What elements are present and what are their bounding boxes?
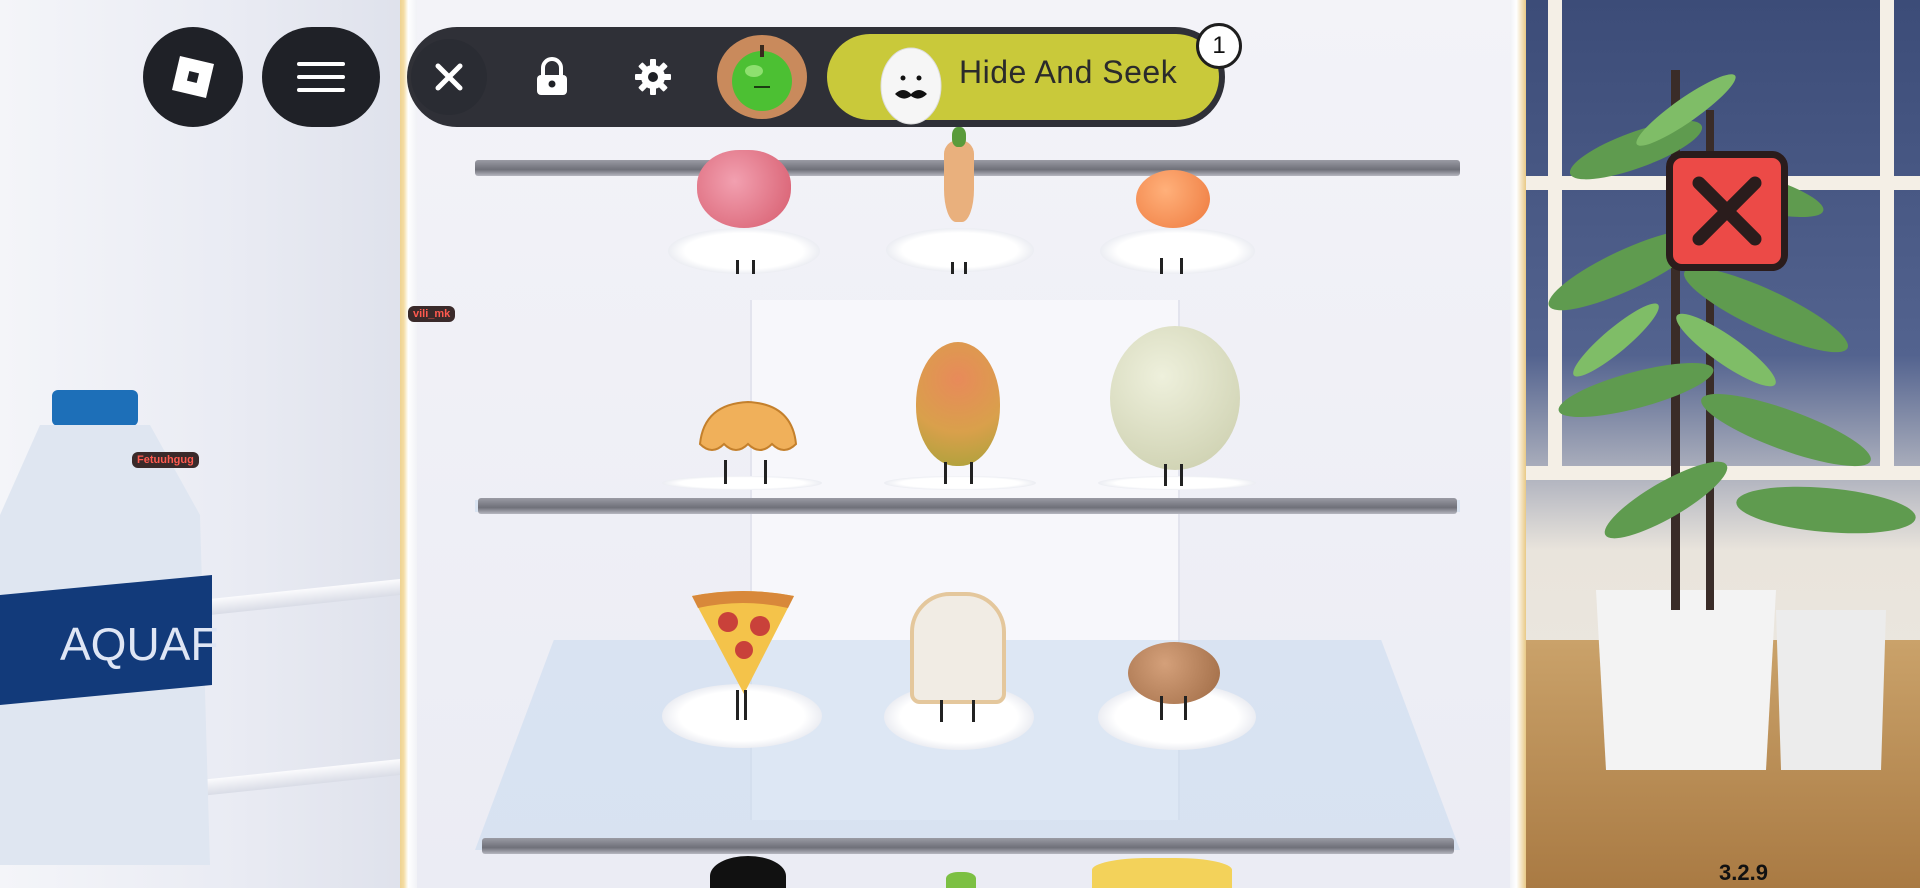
game-title: Hide And Seek xyxy=(959,54,1178,90)
game-info-pill[interactable]: Hide And Seek xyxy=(827,34,1219,125)
apple-prop[interactable] xyxy=(697,150,791,228)
close-x-icon xyxy=(1692,176,1762,246)
hamburger-icon xyxy=(297,62,345,92)
lock-button[interactable] xyxy=(514,39,590,115)
carrot-prop[interactable] xyxy=(944,140,974,222)
notification-badge[interactable]: 1 xyxy=(1196,23,1242,69)
main-menu-button[interactable] xyxy=(262,27,380,127)
plate xyxy=(662,476,822,490)
avatar-button[interactable] xyxy=(717,35,807,119)
fridge-door-frame xyxy=(1510,0,1526,888)
player-nametag: Fetuuhgug xyxy=(132,452,199,468)
version-label: 3.2.9 xyxy=(1719,860,1768,885)
plate xyxy=(884,476,1036,490)
plate xyxy=(1100,228,1255,274)
lock-icon xyxy=(537,57,567,95)
player-nametag: vili_mk xyxy=(408,306,456,322)
plate xyxy=(886,228,1034,272)
potato-prop[interactable] xyxy=(1128,642,1220,704)
partial-prop[interactable] xyxy=(946,872,976,888)
partial-prop[interactable] xyxy=(710,856,786,888)
settings-button[interactable] xyxy=(615,39,691,115)
svg-text:AQUAFI: AQUAFI xyxy=(60,618,220,670)
close-overlay-button[interactable] xyxy=(1666,151,1788,271)
bread-toast-prop[interactable] xyxy=(910,592,1006,704)
orange-prop[interactable] xyxy=(1136,170,1210,228)
roblox-menu-button[interactable] xyxy=(143,27,243,127)
egg-mustache-icon xyxy=(880,47,942,125)
croissant-prop[interactable] xyxy=(694,394,802,466)
gear-icon xyxy=(635,59,671,95)
fridge-shelf xyxy=(478,498,1457,514)
pizza-slice-prop[interactable] xyxy=(688,588,798,698)
game-viewport[interactable]: AQUAFI Fetuuhgug vili_mk Hide And Seek 1… xyxy=(0,0,1920,888)
close-toolbar-button[interactable] xyxy=(411,39,487,115)
plate xyxy=(668,228,820,274)
carrot-leaves xyxy=(952,127,966,147)
green-apple-avatar-icon xyxy=(732,45,792,111)
melon-prop[interactable] xyxy=(1110,326,1240,470)
mango-prop[interactable] xyxy=(916,342,1000,466)
banana-prop[interactable] xyxy=(1092,858,1232,888)
fridge-shelf xyxy=(482,838,1454,854)
plate xyxy=(1098,476,1256,490)
close-icon xyxy=(435,63,463,91)
roblox-logo-icon xyxy=(172,56,214,98)
